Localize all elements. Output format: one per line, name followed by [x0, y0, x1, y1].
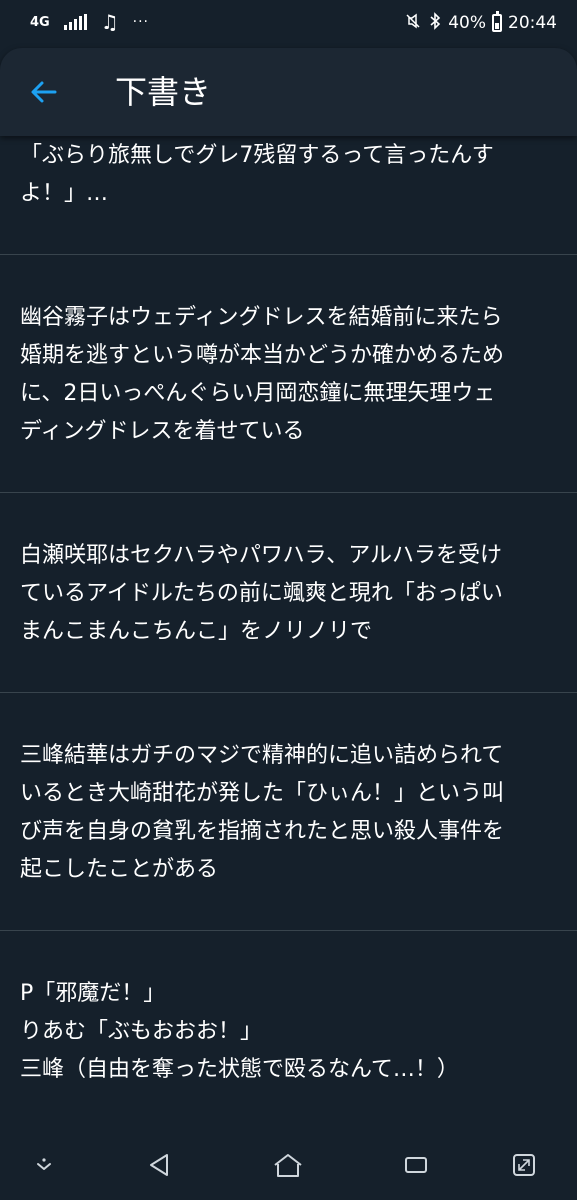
- draft-text-line: ているアイドルたちの前に颯爽と現れ「おっぱい: [20, 581, 503, 606]
- back-arrow-icon: [31, 81, 57, 103]
- draft-text-line: まんこまんこちんこ」をノリノリで: [20, 619, 373, 644]
- bluetooth-icon: [428, 12, 442, 34]
- back-triangle-icon: [150, 1154, 168, 1176]
- draft-item[interactable]: P「邪魔だ！」 りあむ「ぶもおおお！」 三峰（自由を奪った状態で殴るなんて…！）: [0, 931, 577, 1130]
- status-bar: 4G ♫ ··· 40% 20:44: [0, 0, 577, 48]
- system-back-button[interactable]: [140, 1147, 180, 1183]
- music-icon: ♫: [100, 10, 119, 34]
- draft-item[interactable]: 三峰結華はガチのマジで精神的に追い詰められて いるとき大崎甜花が発した「ひぃん！…: [0, 693, 577, 931]
- clock: 20:44: [508, 13, 557, 33]
- home-button[interactable]: [268, 1147, 308, 1183]
- hide-keyboard-button[interactable]: [24, 1147, 64, 1183]
- hide-keyboard-icon: [37, 1158, 51, 1170]
- draft-text-line: 三峰（自由を奪った状態で殴るなんて…！）: [20, 1057, 459, 1082]
- expand-icon: [513, 1154, 535, 1176]
- draft-item[interactable]: 白瀬咲耶はセクハラやパワハラ、アルハラを受け ているアイドルたちの前に颯爽と現れ…: [0, 493, 577, 693]
- more-dots-icon: ···: [132, 14, 150, 30]
- recents-icon: [405, 1157, 427, 1173]
- draft-text-line: りあむ「ぶもおおお！」: [20, 1019, 263, 1044]
- back-button[interactable]: [24, 72, 64, 112]
- navigation-bar: [0, 1130, 577, 1200]
- draft-text-line: 「ぶらり旅無しでグレ7残留するって言ったんす: [20, 143, 494, 168]
- expand-button[interactable]: [504, 1147, 544, 1183]
- draft-text-line: P「邪魔だ！」: [20, 981, 166, 1006]
- page-title: 下書き: [115, 73, 212, 111]
- battery-icon: [492, 11, 502, 32]
- draft-text-line: ディングドレスを着せている: [20, 419, 305, 444]
- mute-icon: [404, 12, 422, 34]
- home-icon: [274, 1154, 302, 1177]
- drafts-list: 「ぶらり旅無しでグレ7残留するって言ったんす よ！」… 幽谷霧子はウェディングド…: [0, 136, 577, 1130]
- recents-button[interactable]: [396, 1147, 436, 1183]
- draft-text-line: 三峰結華はガチのマジで精神的に追い詰められて: [20, 743, 504, 768]
- draft-text-line: び声を自身の貧乳を指摘されたと思い殺人事件を: [20, 819, 505, 844]
- draft-text-line: よ！」…: [20, 181, 109, 206]
- draft-text-line: 白瀬咲耶はセクハラやパワハラ、アルハラを受け: [20, 543, 503, 568]
- draft-text-line: 幽谷霧子はウェディングドレスを結婚前に来たら: [20, 305, 503, 330]
- draft-text-line: いるとき大崎甜花が発した「ひぃん！」という叫: [20, 781, 505, 806]
- signal-icon: [63, 14, 87, 30]
- draft-text-line: 起こしたことがある: [20, 857, 219, 882]
- draft-text-line: 婚期を逃すという噂が本当かどうか確かめるため: [20, 343, 505, 368]
- app-bar: 下書き: [0, 48, 577, 136]
- draft-text-line: に、2日いっぺんぐらい月岡恋鐘に無理矢理ウェ: [20, 381, 496, 406]
- battery-percent: 40%: [448, 13, 486, 33]
- draft-item[interactable]: 幽谷霧子はウェディングドレスを結婚前に来たら 婚期を逃すという噂が本当かどうか確…: [0, 255, 577, 493]
- draft-item[interactable]: 「ぶらり旅無しでグレ7残留するって言ったんす よ！」…: [0, 136, 577, 255]
- network-type: 4G: [30, 14, 50, 30]
